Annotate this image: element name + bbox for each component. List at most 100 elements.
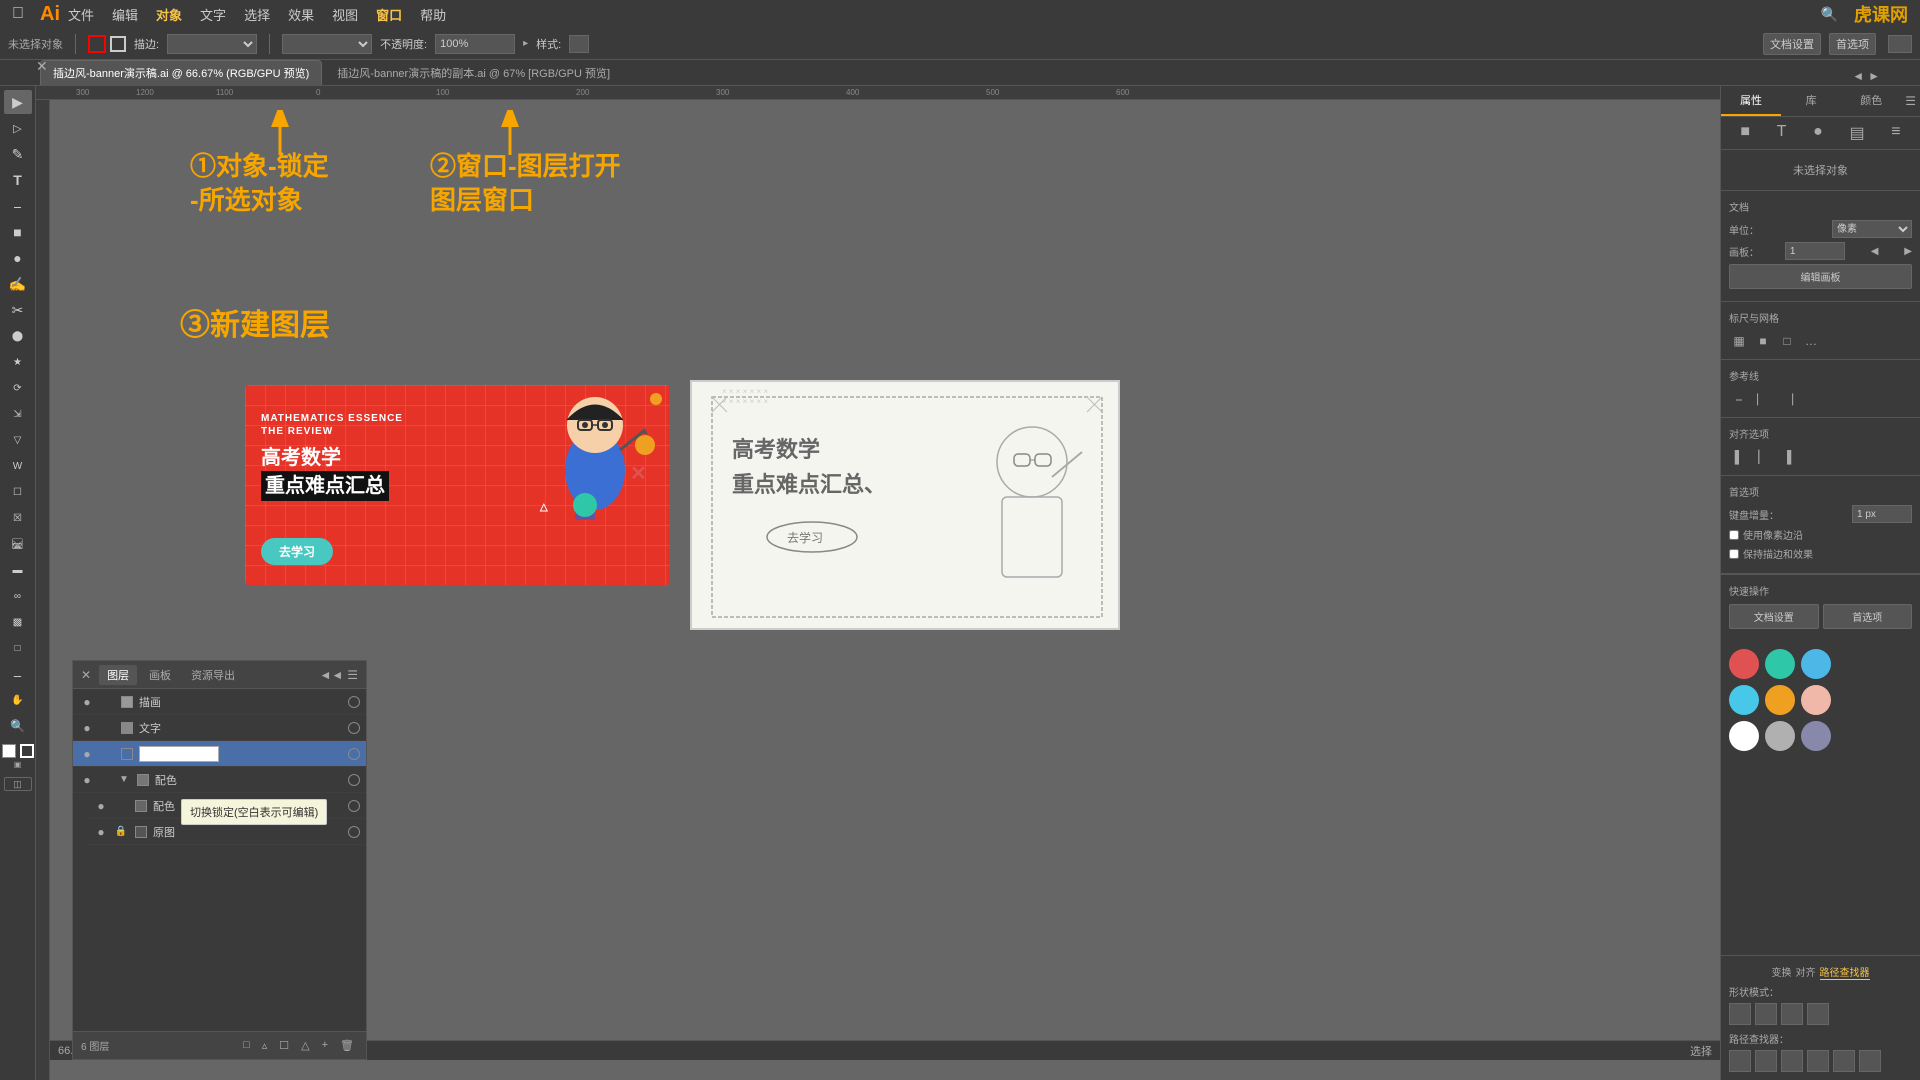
pixel-preview-cb[interactable]: [1729, 530, 1739, 540]
layer-lock-text[interactable]: [99, 720, 115, 736]
quick-preferences-btn[interactable]: 首选项: [1823, 604, 1913, 629]
layers-collapse-icon[interactable]: ◄◄: [319, 668, 343, 682]
rotate-tool[interactable]: ⟳: [4, 376, 32, 400]
layer-name-input-active[interactable]: [139, 746, 219, 762]
layers-tab-artboards[interactable]: 画板: [141, 665, 179, 685]
pen-tool[interactable]: ✎: [4, 142, 32, 166]
new-layer-sublayer-btn[interactable]: □: [239, 1037, 254, 1054]
edit-artboard-btn[interactable]: 编辑画板: [1729, 264, 1912, 289]
swatch-white[interactable]: [1729, 721, 1759, 751]
shape-mode-2[interactable]: [1755, 1003, 1777, 1025]
layer-lock-active[interactable]: [99, 746, 115, 762]
artboard-input[interactable]: [1785, 242, 1845, 260]
expand-arrow-color1[interactable]: ▼: [119, 774, 129, 785]
banner-cta-btn[interactable]: 去学习: [261, 538, 333, 565]
rect-tool[interactable]: ■: [4, 220, 32, 244]
shape-selector[interactable]: [282, 34, 372, 54]
move-to-layer-btn[interactable]: ▵: [258, 1037, 272, 1054]
blob-brush-tool[interactable]: ⬤: [4, 324, 32, 348]
swatch-salmon[interactable]: [1801, 685, 1831, 715]
free-transform-tool[interactable]: ☐: [4, 480, 32, 504]
tab-properties[interactable]: 属性: [1721, 86, 1781, 116]
swatch-cyan[interactable]: [1729, 685, 1759, 715]
layer-row-text[interactable]: ● 文字: [73, 715, 366, 741]
layer-row-color2[interactable]: ● 配色: [87, 793, 366, 819]
layer-visibility-drawing[interactable]: ●: [79, 694, 95, 710]
menu-item-view[interactable]: 视图: [332, 5, 358, 24]
menu-item-select[interactable]: 选择: [244, 5, 270, 24]
swatch-orange[interactable]: [1765, 685, 1795, 715]
warp-tool[interactable]: ▽: [4, 428, 32, 452]
right-icon-4[interactable]: ▤: [1849, 123, 1864, 143]
ruler-icon[interactable]: ▦: [1729, 331, 1749, 351]
gradient-tool[interactable]: ▬: [4, 558, 32, 582]
shape-mode-3[interactable]: [1781, 1003, 1803, 1025]
grid2-icon[interactable]: □: [1777, 331, 1797, 351]
layer-visibility-color1[interactable]: ●: [79, 772, 95, 788]
direct-select-tool[interactable]: ▷: [4, 116, 32, 140]
shape-mode-4[interactable]: [1807, 1003, 1829, 1025]
layers-close-icon[interactable]: ✕: [81, 668, 91, 682]
swatch-red[interactable]: [1729, 649, 1759, 679]
shape-mode-1[interactable]: [1729, 1003, 1751, 1025]
layer-visibility-color2[interactable]: ●: [93, 798, 109, 814]
pencil-tool[interactable]: ✍: [4, 272, 32, 296]
show-all-layers-btn[interactable]: △: [297, 1037, 313, 1054]
chart-tool[interactable]: ▩: [4, 610, 32, 634]
path-finder-5[interactable]: [1833, 1050, 1855, 1072]
guide-icon-3[interactable]: ⎹: [1777, 389, 1797, 409]
align-tab[interactable]: 对齐: [1796, 964, 1816, 980]
layers-tab-layers[interactable]: 图层: [99, 665, 137, 685]
preferences-button[interactable]: 首选项: [1829, 33, 1876, 55]
align-right-icon[interactable]: ▐: [1777, 447, 1797, 467]
guide-icon-2[interactable]: ⎸: [1753, 389, 1773, 409]
menu-item-file[interactable]: 文件: [68, 5, 94, 24]
tab-copy[interactable]: 插边风-banner演示稿的副本.ai @ 67% [RGB/GPU 预览]: [324, 60, 623, 85]
delete-layer-btn[interactable]: 🗑: [336, 1037, 358, 1054]
menu-item-window[interactable]: 窗口: [376, 5, 402, 24]
layer-lock-color2[interactable]: [113, 798, 129, 814]
artboard-next[interactable]: ▶: [1904, 246, 1912, 257]
swatch-lightblue[interactable]: [1801, 649, 1831, 679]
layer-visibility-text[interactable]: ●: [79, 720, 95, 736]
quick-doc-settings-btn[interactable]: 文档设置: [1729, 604, 1819, 629]
layer-visibility-active[interactable]: ●: [79, 746, 95, 762]
swatch-bluegray[interactable]: [1801, 721, 1831, 751]
layer-lock-original[interactable]: 🔒: [113, 824, 129, 840]
panel-menu-icon[interactable]: ☰: [1905, 94, 1916, 108]
transform-tab[interactable]: 变换: [1772, 964, 1792, 980]
scale-tool[interactable]: ⇲: [4, 402, 32, 426]
blend-tool[interactable]: ∞: [4, 584, 32, 608]
layer-row-active[interactable]: ●: [73, 741, 366, 767]
tab-main[interactable]: 插边风-banner演示稿.ai @ 66.67% (RGB/GPU 预览): [40, 60, 322, 85]
align-center-icon[interactable]: ▏: [1753, 447, 1773, 467]
stroke-swatch[interactable]: [110, 36, 126, 52]
swatch-teal[interactable]: [1765, 649, 1795, 679]
layer-row-color1[interactable]: ● ▼ 配色: [73, 767, 366, 793]
pathfinder-tab[interactable]: 路径查找器: [1820, 964, 1870, 980]
ellipse-tool[interactable]: ●: [4, 246, 32, 270]
right-icon-1[interactable]: ■: [1740, 123, 1750, 143]
eyedropper-tool[interactable]: 🛤: [4, 532, 32, 556]
template-btn[interactable]: ☐: [275, 1037, 293, 1054]
new-layer-btn[interactable]: +: [318, 1037, 332, 1054]
artboard-tool[interactable]: □: [4, 636, 32, 660]
layer-visibility-original[interactable]: ●: [93, 824, 109, 840]
style-swatch[interactable]: [569, 35, 589, 53]
doc-settings-button[interactable]: 文档设置: [1763, 33, 1821, 55]
dots-icon[interactable]: …: [1801, 331, 1821, 351]
layer-row-drawing[interactable]: ● 描画: [73, 689, 366, 715]
menu-item-edit[interactable]: 编辑: [112, 5, 138, 24]
align-left-icon[interactable]: ▌: [1729, 447, 1749, 467]
swatch-gray[interactable]: [1765, 721, 1795, 751]
menu-item-help[interactable]: 帮助: [420, 5, 446, 24]
eraser-tool[interactable]: ★: [4, 350, 32, 374]
layers-menu-icon[interactable]: ☰: [347, 668, 358, 682]
artboard-prev[interactable]: ◀: [1871, 246, 1879, 257]
width-tool[interactable]: W: [4, 454, 32, 478]
path-finder-6[interactable]: [1859, 1050, 1881, 1072]
opacity-input[interactable]: [435, 34, 515, 54]
stroke-btn[interactable]: [20, 744, 34, 758]
right-icon-3[interactable]: ●: [1813, 123, 1823, 143]
brush-tool[interactable]: ✂: [4, 298, 32, 322]
